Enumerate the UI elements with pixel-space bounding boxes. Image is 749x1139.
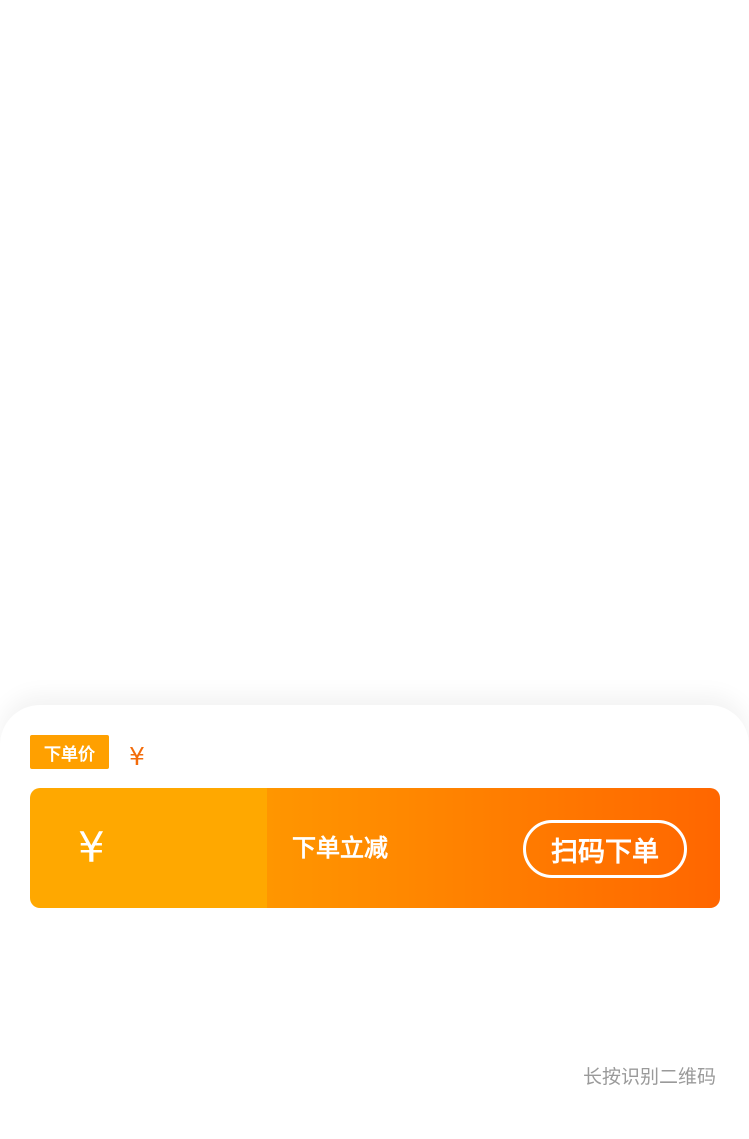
discount-label: 下单立减 [292, 834, 388, 862]
price-row: 下单价 ¥ [30, 732, 145, 772]
product-image-area [0, 0, 749, 705]
coupon-currency-symbol: ¥ [78, 823, 105, 872]
price-currency-symbol: ¥ [129, 741, 145, 771]
coupon-amount-section: ¥ [30, 788, 271, 908]
qr-code-hint: 长按识别二维码 [582, 1066, 716, 1088]
order-price-tag: 下单价 [30, 735, 109, 769]
poster-bottom-card: 下单价 ¥ ¥ 下单立减 扫码下单 长按识别二维码 [0, 705, 749, 1139]
coupon-action-section: 下单立减 扫码下单 [267, 788, 720, 908]
coupon-banner: ¥ 下单立减 扫码下单 [30, 788, 720, 908]
scan-order-button[interactable]: 扫码下单 [523, 820, 687, 878]
